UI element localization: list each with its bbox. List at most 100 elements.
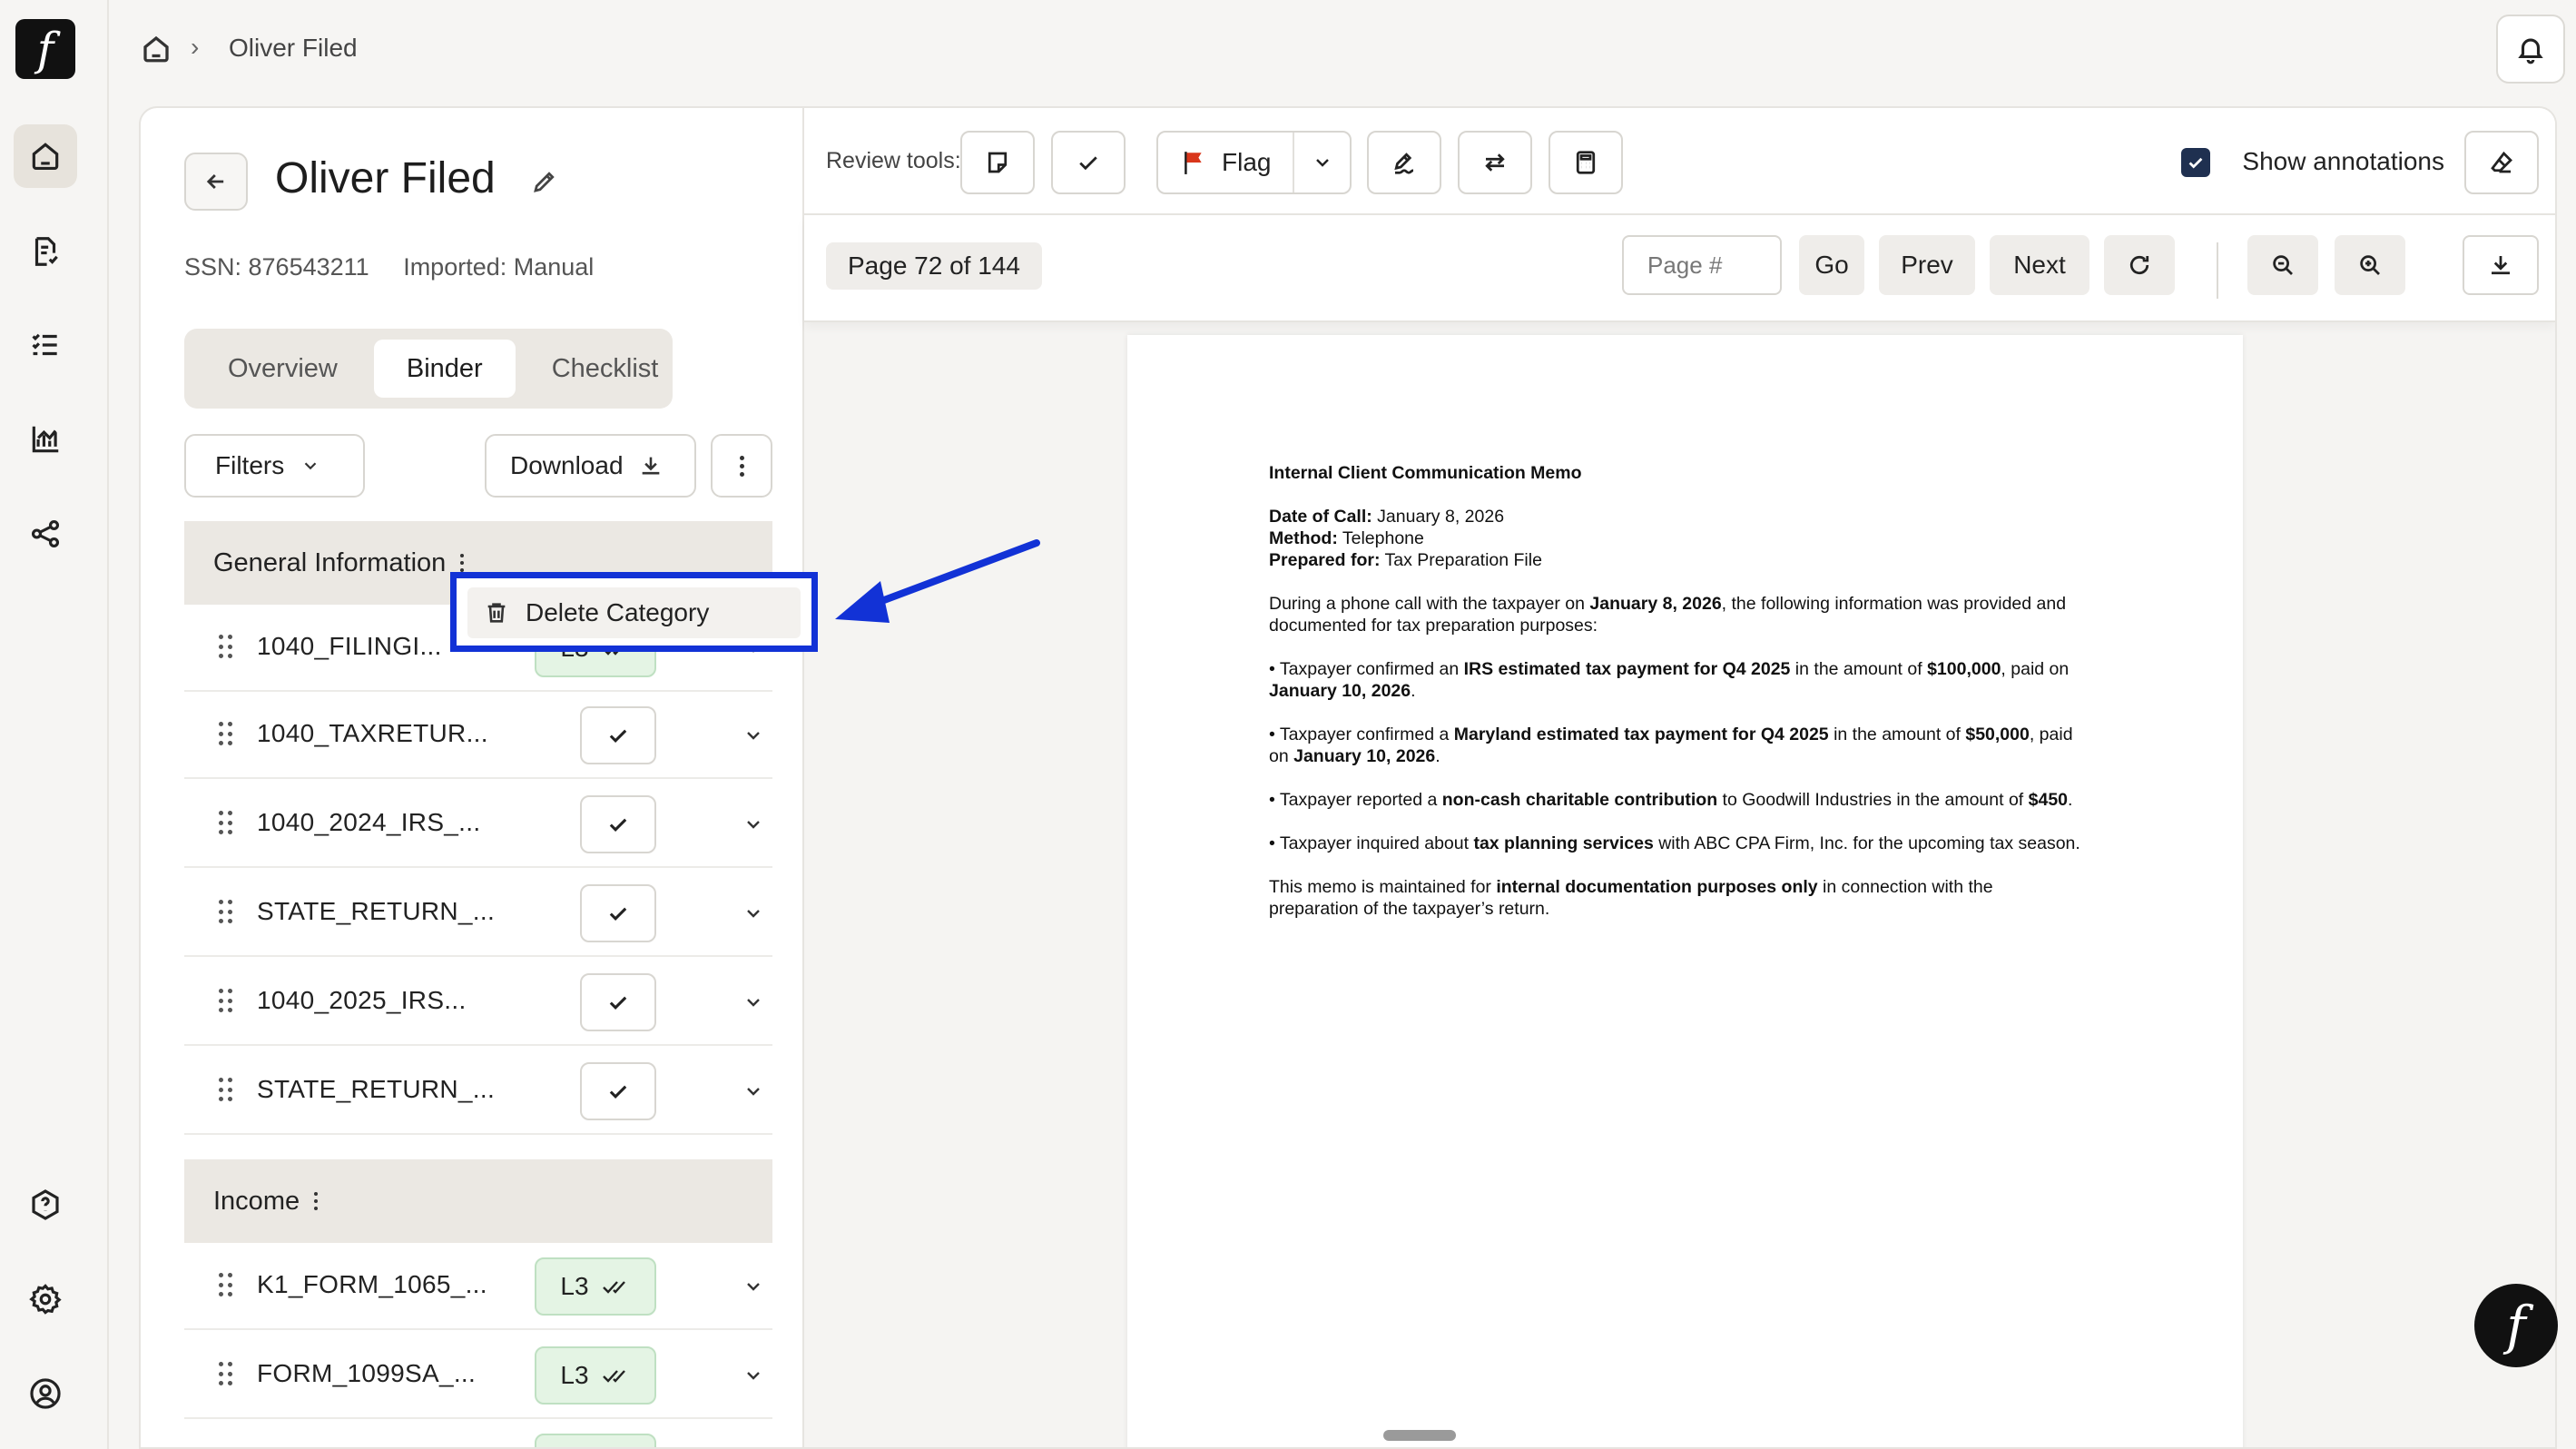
expand-chevron-icon[interactable]: [742, 724, 764, 746]
delete-category-menu-item[interactable]: Delete Category: [467, 587, 801, 638]
signature-button[interactable]: [1367, 131, 1441, 194]
document-row[interactable]: 1040_2025_IRS...: [184, 959, 772, 1046]
document-name: K1_FORM_1065_...: [257, 1270, 487, 1298]
expand-chevron-icon[interactable]: [742, 1276, 764, 1297]
category-context-menu: Delete Category: [450, 572, 818, 652]
drag-handle-icon[interactable]: [219, 1362, 232, 1387]
drag-handle-icon[interactable]: [219, 635, 232, 660]
flag-main[interactable]: Flag: [1158, 133, 1294, 192]
sticky-note-button[interactable]: [960, 131, 1035, 194]
checklist-icon: [32, 333, 57, 356]
rail-checklist-button[interactable]: [14, 313, 77, 377]
show-annotations-label[interactable]: Show annotations: [2242, 147, 2444, 176]
eraser-button[interactable]: [2464, 131, 2539, 194]
flag-button[interactable]: Flag: [1156, 131, 1352, 194]
notifications-button[interactable]: [2496, 15, 2565, 84]
home-icon: [32, 143, 59, 171]
rail-documents-button[interactable]: [14, 220, 77, 283]
drag-handle-icon[interactable]: [219, 1078, 232, 1103]
review-level-badge[interactable]: [535, 1434, 656, 1447]
drag-handle-icon[interactable]: [219, 1273, 232, 1298]
review-check-button[interactable]: [580, 973, 656, 1031]
rail-analytics-button[interactable]: [14, 408, 77, 471]
review-level-label: L3: [560, 1272, 589, 1300]
go-button[interactable]: Go: [1799, 235, 1864, 295]
download-page-button[interactable]: [2463, 235, 2539, 295]
page-number-input[interactable]: [1622, 235, 1782, 295]
assistant-button[interactable]: f: [2474, 1284, 2558, 1367]
review-check-button[interactable]: [580, 795, 656, 853]
breadcrumb-current[interactable]: Oliver Filed: [229, 34, 358, 63]
document-row[interactable]: K1_FORM_1065_... L3: [184, 1243, 772, 1330]
document-row[interactable]: FORM_1099SA_... L3: [184, 1332, 772, 1419]
rotate-button[interactable]: [2104, 235, 2175, 295]
drag-handle-icon[interactable]: [219, 989, 232, 1014]
prev-button[interactable]: Prev: [1879, 235, 1975, 295]
edit-name-button[interactable]: [531, 168, 558, 195]
review-level-badge[interactable]: L3: [535, 1257, 656, 1316]
swap-button[interactable]: [1458, 131, 1532, 194]
memo-date-label: Date of Call:: [1269, 507, 1372, 527]
rail-settings-button[interactable]: [14, 1267, 77, 1331]
review-level-badge[interactable]: L3: [535, 1346, 656, 1405]
show-annotations-checkbox[interactable]: [2181, 148, 2210, 177]
review-toolbar: Review tools: Flag Show annotations: [804, 108, 2555, 215]
category-menu-icon[interactable]: [314, 1192, 319, 1210]
filters-label: Filters: [215, 451, 285, 479]
pencil-icon: [534, 172, 555, 192]
document-name: 1040_FILINGI...: [257, 632, 442, 660]
review-check-button[interactable]: [580, 706, 656, 764]
document-row[interactable]: STATE_RETURN_...: [184, 870, 772, 957]
document-viewer: Review tools: Flag Show annotations Page…: [804, 108, 2555, 1447]
expand-chevron-icon[interactable]: [742, 813, 764, 835]
drag-handle-icon[interactable]: [219, 811, 232, 836]
chevron-down-icon: [304, 462, 317, 470]
review-check-button[interactable]: [580, 884, 656, 942]
rail-home-button[interactable]: [14, 124, 77, 188]
more-options-button[interactable]: [711, 434, 772, 498]
zoom-in-button[interactable]: [2335, 235, 2405, 295]
approve-button[interactable]: [1051, 131, 1126, 194]
check-icon: [609, 818, 627, 832]
horizontal-scrollbar[interactable]: [1383, 1430, 1456, 1441]
review-tools-label: Review tools:: [826, 148, 961, 173]
breadcrumb-separator: ›: [191, 33, 200, 61]
drag-handle-icon[interactable]: [219, 900, 232, 925]
expand-chevron-icon[interactable]: [742, 991, 764, 1013]
client-imported: Imported: Manual: [403, 253, 595, 281]
document-row[interactable]: STATE_RETURN_...: [184, 1048, 772, 1135]
category-header-income[interactable]: Income: [184, 1159, 772, 1243]
page-indicator: Page 72 of 144: [826, 242, 1042, 290]
app-logo[interactable]: f: [15, 19, 75, 79]
expand-chevron-icon[interactable]: [742, 1080, 764, 1102]
analytics-icon: [32, 426, 59, 453]
expand-chevron-icon[interactable]: [742, 902, 764, 924]
sticky-note-icon: [988, 152, 1008, 173]
rail-account-button[interactable]: [14, 1362, 77, 1425]
zoom-out-button[interactable]: [2247, 235, 2318, 295]
tab-overview[interactable]: Overview: [195, 340, 370, 398]
binder-sidebar: Oliver Filed SSN: 876543211 Imported: Ma…: [141, 108, 804, 1447]
document-row[interactable]: 1040_TAXRETUR...: [184, 692, 772, 779]
annotation-arrow: [835, 539, 1040, 623]
review-check-button[interactable]: [580, 1062, 656, 1120]
rail-share-button[interactable]: [14, 502, 77, 566]
rail-help-button[interactable]: [14, 1173, 77, 1237]
drag-handle-icon[interactable]: [219, 722, 232, 747]
filters-button[interactable]: Filters: [184, 434, 365, 498]
document-row[interactable]: 1040_2024_IRS_...: [184, 781, 772, 868]
category-menu-icon[interactable]: [460, 554, 465, 572]
flag-icon: [1185, 152, 1202, 174]
memo-prepared-value: Tax Preparation File: [1380, 550, 1542, 570]
calculator-button[interactable]: [1549, 131, 1623, 194]
next-button[interactable]: Next: [1990, 235, 2089, 295]
back-button[interactable]: [184, 153, 248, 211]
flag-dropdown[interactable]: [1294, 152, 1350, 173]
tab-checklist[interactable]: Checklist: [519, 340, 692, 398]
download-button[interactable]: Download: [485, 434, 696, 498]
breadcrumb-home[interactable]: [140, 33, 172, 65]
home-icon: [143, 35, 169, 63]
document-row-partial[interactable]: [184, 1421, 772, 1447]
tab-binder[interactable]: Binder: [373, 340, 516, 398]
expand-chevron-icon[interactable]: [742, 1365, 764, 1386]
